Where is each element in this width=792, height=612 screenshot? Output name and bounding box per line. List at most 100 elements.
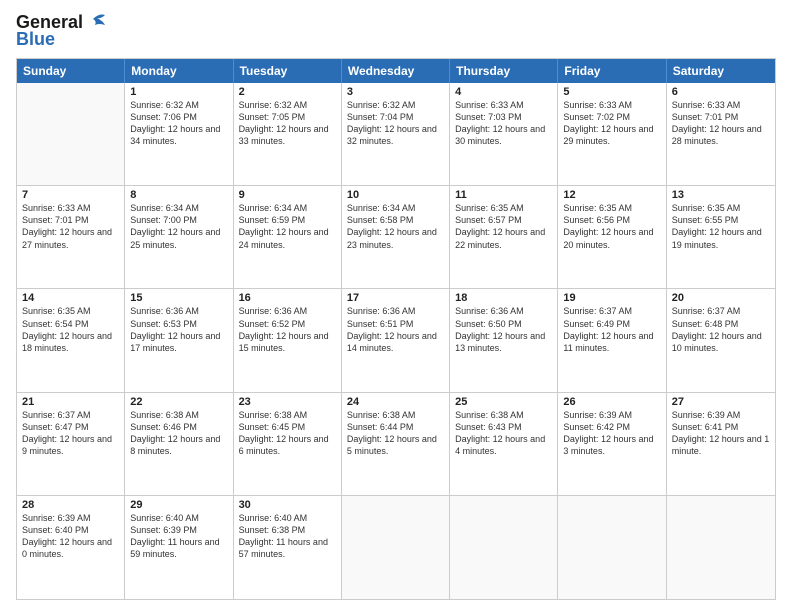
cell-daylight-info: Sunrise: 6:33 AM Sunset: 7:03 PM Dayligh… bbox=[455, 99, 552, 148]
cell-daylight-info: Sunrise: 6:39 AM Sunset: 6:40 PM Dayligh… bbox=[22, 512, 119, 561]
calendar-cell: 19Sunrise: 6:37 AM Sunset: 6:49 PM Dayli… bbox=[558, 289, 666, 391]
header-day-wednesday: Wednesday bbox=[342, 59, 450, 83]
cell-daylight-info: Sunrise: 6:34 AM Sunset: 7:00 PM Dayligh… bbox=[130, 202, 227, 251]
calendar-row-2: 14Sunrise: 6:35 AM Sunset: 6:54 PM Dayli… bbox=[17, 289, 775, 392]
cell-daylight-info: Sunrise: 6:38 AM Sunset: 6:44 PM Dayligh… bbox=[347, 409, 444, 458]
cell-daylight-info: Sunrise: 6:36 AM Sunset: 6:50 PM Dayligh… bbox=[455, 305, 552, 354]
calendar-cell: 22Sunrise: 6:38 AM Sunset: 6:46 PM Dayli… bbox=[125, 393, 233, 495]
day-number: 8 bbox=[130, 189, 227, 201]
day-number: 28 bbox=[22, 499, 119, 511]
cell-daylight-info: Sunrise: 6:38 AM Sunset: 6:46 PM Dayligh… bbox=[130, 409, 227, 458]
cell-daylight-info: Sunrise: 6:36 AM Sunset: 6:51 PM Dayligh… bbox=[347, 305, 444, 354]
calendar-cell: 21Sunrise: 6:37 AM Sunset: 6:47 PM Dayli… bbox=[17, 393, 125, 495]
header-day-friday: Friday bbox=[558, 59, 666, 83]
cell-daylight-info: Sunrise: 6:32 AM Sunset: 7:05 PM Dayligh… bbox=[239, 99, 336, 148]
day-number: 15 bbox=[130, 292, 227, 304]
calendar-cell: 14Sunrise: 6:35 AM Sunset: 6:54 PM Dayli… bbox=[17, 289, 125, 391]
day-number: 18 bbox=[455, 292, 552, 304]
cell-daylight-info: Sunrise: 6:37 AM Sunset: 6:47 PM Dayligh… bbox=[22, 409, 119, 458]
calendar-cell: 13Sunrise: 6:35 AM Sunset: 6:55 PM Dayli… bbox=[667, 186, 775, 288]
calendar-cell: 11Sunrise: 6:35 AM Sunset: 6:57 PM Dayli… bbox=[450, 186, 558, 288]
calendar-cell: 6Sunrise: 6:33 AM Sunset: 7:01 PM Daylig… bbox=[667, 83, 775, 185]
cell-daylight-info: Sunrise: 6:35 AM Sunset: 6:57 PM Dayligh… bbox=[455, 202, 552, 251]
calendar-cell: 17Sunrise: 6:36 AM Sunset: 6:51 PM Dayli… bbox=[342, 289, 450, 391]
calendar-row-3: 21Sunrise: 6:37 AM Sunset: 6:47 PM Dayli… bbox=[17, 393, 775, 496]
cell-daylight-info: Sunrise: 6:35 AM Sunset: 6:54 PM Dayligh… bbox=[22, 305, 119, 354]
header-day-tuesday: Tuesday bbox=[234, 59, 342, 83]
day-number: 14 bbox=[22, 292, 119, 304]
cell-daylight-info: Sunrise: 6:39 AM Sunset: 6:42 PM Dayligh… bbox=[563, 409, 660, 458]
calendar-cell: 10Sunrise: 6:34 AM Sunset: 6:58 PM Dayli… bbox=[342, 186, 450, 288]
calendar-cell: 3Sunrise: 6:32 AM Sunset: 7:04 PM Daylig… bbox=[342, 83, 450, 185]
cell-daylight-info: Sunrise: 6:38 AM Sunset: 6:45 PM Dayligh… bbox=[239, 409, 336, 458]
calendar-cell bbox=[558, 496, 666, 599]
calendar-cell: 23Sunrise: 6:38 AM Sunset: 6:45 PM Dayli… bbox=[234, 393, 342, 495]
cell-daylight-info: Sunrise: 6:32 AM Sunset: 7:06 PM Dayligh… bbox=[130, 99, 227, 148]
day-number: 27 bbox=[672, 396, 770, 408]
day-number: 4 bbox=[455, 86, 552, 98]
cell-daylight-info: Sunrise: 6:40 AM Sunset: 6:39 PM Dayligh… bbox=[130, 512, 227, 561]
header: General Blue bbox=[16, 12, 776, 50]
calendar-cell bbox=[450, 496, 558, 599]
day-number: 29 bbox=[130, 499, 227, 511]
calendar-body: 1Sunrise: 6:32 AM Sunset: 7:06 PM Daylig… bbox=[17, 83, 775, 599]
cell-daylight-info: Sunrise: 6:36 AM Sunset: 6:52 PM Dayligh… bbox=[239, 305, 336, 354]
day-number: 30 bbox=[239, 499, 336, 511]
calendar-cell: 5Sunrise: 6:33 AM Sunset: 7:02 PM Daylig… bbox=[558, 83, 666, 185]
cell-daylight-info: Sunrise: 6:38 AM Sunset: 6:43 PM Dayligh… bbox=[455, 409, 552, 458]
calendar-cell: 4Sunrise: 6:33 AM Sunset: 7:03 PM Daylig… bbox=[450, 83, 558, 185]
day-number: 19 bbox=[563, 292, 660, 304]
calendar-cell bbox=[342, 496, 450, 599]
cell-daylight-info: Sunrise: 6:33 AM Sunset: 7:01 PM Dayligh… bbox=[672, 99, 770, 148]
logo: General Blue bbox=[16, 12, 107, 50]
day-number: 23 bbox=[239, 396, 336, 408]
cell-daylight-info: Sunrise: 6:37 AM Sunset: 6:49 PM Dayligh… bbox=[563, 305, 660, 354]
calendar-cell: 25Sunrise: 6:38 AM Sunset: 6:43 PM Dayli… bbox=[450, 393, 558, 495]
cell-daylight-info: Sunrise: 6:36 AM Sunset: 6:53 PM Dayligh… bbox=[130, 305, 227, 354]
day-number: 11 bbox=[455, 189, 552, 201]
day-number: 20 bbox=[672, 292, 770, 304]
cell-daylight-info: Sunrise: 6:37 AM Sunset: 6:48 PM Dayligh… bbox=[672, 305, 770, 354]
day-number: 5 bbox=[563, 86, 660, 98]
calendar-cell: 28Sunrise: 6:39 AM Sunset: 6:40 PM Dayli… bbox=[17, 496, 125, 599]
cell-daylight-info: Sunrise: 6:35 AM Sunset: 6:55 PM Dayligh… bbox=[672, 202, 770, 251]
day-number: 25 bbox=[455, 396, 552, 408]
day-number: 26 bbox=[563, 396, 660, 408]
calendar: SundayMondayTuesdayWednesdayThursdayFrid… bbox=[16, 58, 776, 600]
calendar-row-1: 7Sunrise: 6:33 AM Sunset: 7:01 PM Daylig… bbox=[17, 186, 775, 289]
cell-daylight-info: Sunrise: 6:33 AM Sunset: 7:02 PM Dayligh… bbox=[563, 99, 660, 148]
calendar-cell: 8Sunrise: 6:34 AM Sunset: 7:00 PM Daylig… bbox=[125, 186, 233, 288]
day-number: 10 bbox=[347, 189, 444, 201]
day-number: 21 bbox=[22, 396, 119, 408]
cell-daylight-info: Sunrise: 6:34 AM Sunset: 6:58 PM Dayligh… bbox=[347, 202, 444, 251]
calendar-row-4: 28Sunrise: 6:39 AM Sunset: 6:40 PM Dayli… bbox=[17, 496, 775, 599]
day-number: 22 bbox=[130, 396, 227, 408]
calendar-cell: 26Sunrise: 6:39 AM Sunset: 6:42 PM Dayli… bbox=[558, 393, 666, 495]
day-number: 12 bbox=[563, 189, 660, 201]
calendar-cell: 7Sunrise: 6:33 AM Sunset: 7:01 PM Daylig… bbox=[17, 186, 125, 288]
day-number: 24 bbox=[347, 396, 444, 408]
calendar-cell bbox=[17, 83, 125, 185]
calendar-cell: 27Sunrise: 6:39 AM Sunset: 6:41 PM Dayli… bbox=[667, 393, 775, 495]
cell-daylight-info: Sunrise: 6:40 AM Sunset: 6:38 PM Dayligh… bbox=[239, 512, 336, 561]
calendar-row-0: 1Sunrise: 6:32 AM Sunset: 7:06 PM Daylig… bbox=[17, 83, 775, 186]
day-number: 2 bbox=[239, 86, 336, 98]
calendar-cell: 24Sunrise: 6:38 AM Sunset: 6:44 PM Dayli… bbox=[342, 393, 450, 495]
calendar-cell: 16Sunrise: 6:36 AM Sunset: 6:52 PM Dayli… bbox=[234, 289, 342, 391]
calendar-cell: 15Sunrise: 6:36 AM Sunset: 6:53 PM Dayli… bbox=[125, 289, 233, 391]
header-day-thursday: Thursday bbox=[450, 59, 558, 83]
day-number: 7 bbox=[22, 189, 119, 201]
cell-daylight-info: Sunrise: 6:33 AM Sunset: 7:01 PM Dayligh… bbox=[22, 202, 119, 251]
logo-blue: Blue bbox=[16, 29, 55, 50]
header-day-sunday: Sunday bbox=[17, 59, 125, 83]
calendar-header: SundayMondayTuesdayWednesdayThursdayFrid… bbox=[17, 59, 775, 83]
header-day-monday: Monday bbox=[125, 59, 233, 83]
calendar-cell: 30Sunrise: 6:40 AM Sunset: 6:38 PM Dayli… bbox=[234, 496, 342, 599]
logo-bird-icon bbox=[85, 11, 107, 31]
calendar-cell: 29Sunrise: 6:40 AM Sunset: 6:39 PM Dayli… bbox=[125, 496, 233, 599]
day-number: 16 bbox=[239, 292, 336, 304]
page: General Blue SundayMondayTuesdayWednesda… bbox=[0, 0, 792, 612]
day-number: 1 bbox=[130, 86, 227, 98]
day-number: 3 bbox=[347, 86, 444, 98]
calendar-cell: 2Sunrise: 6:32 AM Sunset: 7:05 PM Daylig… bbox=[234, 83, 342, 185]
